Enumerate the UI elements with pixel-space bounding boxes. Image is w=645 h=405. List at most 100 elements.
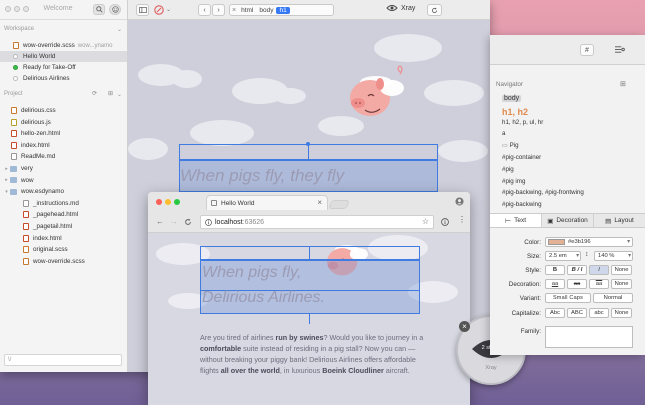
navigator-item[interactable]: #pig-container [502, 154, 541, 161]
search-button[interactable] [93, 4, 105, 15]
navigator-item[interactable]: #pig [502, 166, 514, 173]
style-option-button[interactable]: B / I [567, 265, 587, 275]
navigator-item[interactable]: #pig-backwing, #pig-frontwing [502, 189, 584, 196]
back-button[interactable]: ‹ [198, 4, 211, 16]
style-option-button[interactable]: None [611, 265, 632, 275]
browser-tab[interactable]: Hello World × [206, 195, 328, 210]
navigator-item[interactable]: ▭ Pig [502, 142, 519, 149]
extension-info-icon[interactable] [441, 218, 449, 226]
close-icon[interactable]: × [459, 321, 470, 332]
close-icon[interactable]: × [232, 7, 236, 14]
line-height-field[interactable]: 140 % ▾ [594, 251, 633, 261]
list-settings-icon[interactable] [614, 45, 625, 54]
decoration-option-button[interactable]: aa [567, 279, 587, 289]
workspace-item[interactable]: Delirious Airlines [0, 73, 127, 84]
workspace-item[interactable]: wow-override.scss wow...ynamo [0, 40, 127, 51]
navigator-item[interactable]: a [502, 130, 505, 137]
chevron-down-icon[interactable]: ⌄ [117, 26, 122, 33]
breadcrumb-html[interactable]: html [238, 7, 256, 14]
bookmark-star-icon[interactable]: ☆ [422, 217, 429, 226]
close-tab-icon[interactable]: × [317, 198, 322, 207]
publish-icon[interactable] [154, 5, 164, 15]
bold-run: Boeink Cloudliner [322, 366, 384, 375]
workspace-item[interactable]: Hello World [0, 51, 127, 62]
navigator-item[interactable]: #pig-backwing [502, 201, 542, 208]
tab-layout[interactable]: ▤ Layout [594, 214, 645, 227]
workspace-item[interactable]: Ready for Take-Off [0, 62, 127, 73]
forward-button[interactable]: › [212, 4, 225, 16]
navigator-item[interactable]: body [502, 95, 522, 102]
h1-headline[interactable]: When pigs fly, they fly [180, 166, 344, 186]
small-caps-button[interactable]: Small Caps [545, 293, 591, 303]
cloud [274, 88, 306, 104]
normal-variant-button[interactable]: Normal [593, 293, 633, 303]
breadcrumb-h1[interactable]: h1 [276, 6, 290, 14]
file-item[interactable]: hello-zen.html [0, 128, 127, 139]
navigator-item[interactable]: #pig img [502, 178, 525, 185]
disclosure-triangle-icon[interactable]: ▸ [4, 166, 9, 172]
tab-text[interactable]: ⊢ Text [490, 214, 542, 227]
font-size-field[interactable]: 2.5 em ▾ [545, 251, 581, 261]
filter-field[interactable]: \/ [4, 354, 122, 366]
capitalize-option-button[interactable]: Abc [545, 308, 565, 318]
capitalize-option-button[interactable]: None [611, 308, 632, 318]
capitalize-option-button[interactable]: abc [589, 308, 609, 318]
minimize-window-button[interactable] [165, 199, 171, 205]
file-item[interactable]: wow-override.scss [0, 256, 127, 267]
file-item[interactable]: index.html [0, 140, 127, 151]
folder-item[interactable]: ▸ wow [0, 175, 127, 186]
tab-decoration[interactable]: ▣ Decoration [542, 214, 594, 227]
breadcrumb-body[interactable]: body [256, 7, 276, 14]
navigator-item[interactable]: h1, h2, p, ul, hr [502, 119, 543, 126]
chevron-down-icon[interactable]: ⌄ [117, 91, 122, 98]
file-item[interactable]: _instructions.md [0, 198, 127, 209]
font-family-field[interactable] [545, 326, 633, 348]
color-well[interactable]: #e3b196 ▾ [545, 237, 633, 247]
file-item[interactable]: original.scss [0, 244, 127, 255]
style-option-button[interactable]: B [545, 265, 565, 275]
disclosure-triangle-icon[interactable]: ▾ [4, 189, 9, 195]
forward-arrow-icon[interactable]: → [170, 217, 178, 226]
decoration-option-button[interactable]: aa [545, 279, 565, 289]
file-item[interactable]: _pagehead.html [0, 209, 127, 220]
back-arrow-icon[interactable]: ← [156, 217, 164, 226]
color-hex: #e3b196 [568, 239, 591, 245]
new-file-icon[interactable]: ⊞ [108, 90, 113, 97]
navigator-item-label: h1, h2 [502, 106, 529, 117]
menu-dots-icon[interactable]: ⋮ [458, 216, 466, 224]
emoji-button[interactable] [109, 4, 121, 15]
browser-viewport[interactable]: When pigs fly, Delirious Airlines. Are y… [148, 233, 470, 405]
navigator-item-label: #pig-container [502, 154, 542, 161]
file-item[interactable]: delirious.js [0, 117, 127, 128]
address-bar[interactable]: localhost:63626 ☆ [200, 215, 434, 229]
refresh-icon[interactable]: ⟳ [92, 90, 97, 97]
file-item[interactable]: delirious.css [0, 105, 127, 116]
folder-item[interactable]: ▾ wow.esdynamo [0, 186, 127, 197]
file-item[interactable]: _pagetail.html [0, 221, 127, 232]
navigator-item[interactable]: h1, h2 [502, 107, 528, 117]
hash-button[interactable]: # [580, 44, 594, 56]
add-folder-icon[interactable]: ⊞ [620, 80, 626, 88]
folder-item[interactable]: ▸ very [0, 163, 127, 174]
reload-icon[interactable] [184, 218, 192, 226]
decoration-option-button[interactable]: aa [589, 279, 609, 289]
minimize-window-button[interactable] [14, 6, 20, 12]
chevron-down-icon[interactable]: ⌄ [166, 6, 171, 13]
profile-icon[interactable] [455, 197, 464, 206]
file-item[interactable]: index.html [0, 233, 127, 244]
file-item[interactable]: ReadMe.md [0, 151, 127, 162]
zoom-window-button[interactable] [23, 6, 29, 12]
folder-icon [10, 188, 17, 196]
disclosure-triangle-icon[interactable]: ▸ [4, 177, 9, 183]
style-option-button[interactable]: I [589, 265, 609, 275]
decoration-option-button[interactable]: None [611, 279, 632, 289]
close-window-button[interactable] [5, 6, 11, 12]
close-window-button[interactable] [156, 199, 162, 205]
capitalize-option-button[interactable]: ABC [567, 308, 587, 318]
xray-toggle[interactable]: Xray [386, 4, 415, 12]
reload-button[interactable] [427, 4, 442, 16]
zoom-window-button[interactable] [174, 199, 180, 205]
sidebar-toggle-button[interactable] [136, 4, 149, 16]
h1-headline[interactable]: When pigs fly, Delirious Airlines. [202, 260, 325, 310]
resize-handle[interactable] [306, 142, 310, 146]
